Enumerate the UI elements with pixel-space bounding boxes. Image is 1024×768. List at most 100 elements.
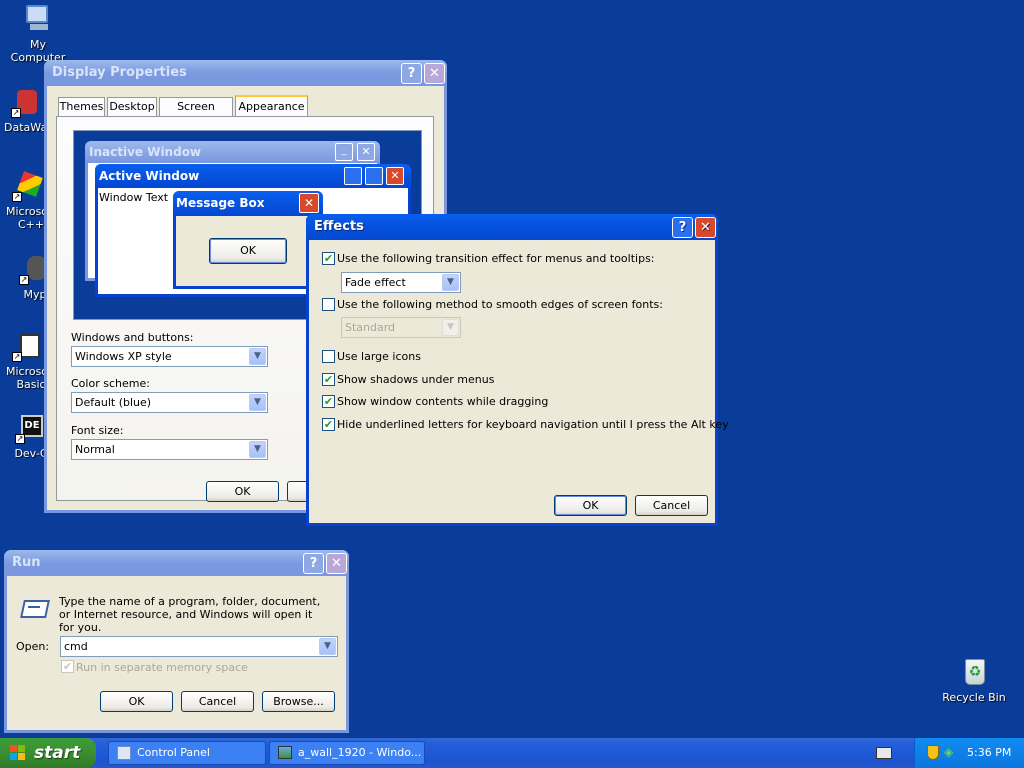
desktop-icon-my-computer[interactable]: My Computer	[1, 3, 75, 64]
menu-shadows-label: Show shadows under menus	[337, 373, 495, 386]
large-icons-label: Use large icons	[337, 350, 421, 363]
color-scheme-value: Default (blue)	[75, 396, 152, 409]
hide-underline-label: Hide underlined letters for keyboard nav…	[337, 418, 729, 431]
tab-desktop[interactable]: Desktop	[107, 97, 157, 117]
run-titlebar[interactable]: Run ? ✕	[4, 550, 349, 576]
preview-minimize-icon: _	[335, 143, 353, 161]
effects-ok-button[interactable]: OK	[554, 495, 627, 516]
security-shield-icon[interactable]	[927, 745, 939, 760]
color-scheme-label: Color scheme:	[71, 377, 150, 390]
dev-cpp-icon: DE ↗	[15, 412, 47, 444]
taskbar: start Control Panel a_wall_1920 - Windo.…	[0, 738, 1024, 768]
smooth-edges-value: Standard	[345, 321, 396, 334]
desktop-icon-label: Recycle Bin	[942, 691, 1006, 704]
desktop-icon-recycle-bin[interactable]: ♻ Recycle Bin	[937, 656, 1011, 704]
drag-contents-checkbox[interactable]: ✔	[322, 395, 335, 408]
visual-basic-icon: ↗	[12, 330, 44, 362]
windows-buttons-select[interactable]: Windows XP style ▼	[71, 346, 268, 367]
recycle-bin-icon: ♻	[958, 656, 990, 688]
clock[interactable]: 5:36 PM	[967, 738, 1011, 768]
run-browse-button[interactable]: Browse...	[262, 691, 335, 712]
preview-minimize-icon	[344, 167, 362, 185]
effects-cancel-button[interactable]: Cancel	[635, 495, 708, 516]
chevron-down-icon: ▼	[442, 319, 459, 336]
font-size-label: Font size:	[71, 424, 124, 437]
effects-dialog: Effects ? ✕ ✔ Use the following transiti…	[306, 214, 729, 526]
windows-buttons-value: Windows XP style	[75, 350, 172, 363]
effects-titlebar[interactable]: Effects ? ✕	[306, 214, 718, 240]
smooth-edges-label: Use the following method to smooth edges…	[337, 298, 663, 311]
display-ok-button[interactable]: OK	[206, 481, 279, 502]
chevron-down-icon[interactable]: ▼	[249, 348, 266, 365]
visual-cpp-icon: ↗	[12, 170, 44, 202]
network-icon[interactable]: ◈	[944, 745, 957, 759]
run-cancel-button[interactable]: Cancel	[181, 691, 254, 712]
chevron-down-icon[interactable]: ▼	[249, 441, 266, 458]
shortcut-arrow-icon: ↗	[19, 275, 29, 285]
control-panel-icon	[117, 746, 131, 760]
font-size-select[interactable]: Normal ▼	[71, 439, 268, 460]
display-properties-titlebar[interactable]: Display Properties ? ✕	[44, 60, 447, 86]
windows-buttons-label: Windows and buttons:	[71, 331, 194, 344]
help-button[interactable]: ?	[401, 63, 422, 84]
window-title: Display Properties	[52, 65, 187, 80]
large-icons-checkbox[interactable]	[322, 350, 335, 363]
start-button[interactable]: start	[0, 738, 96, 768]
keyboard-icon[interactable]	[876, 747, 892, 759]
run-dialog: Run ? ✕ Type the name of a program, fold…	[4, 550, 349, 733]
close-button[interactable]: ✕	[424, 63, 445, 84]
preview-window-text: Window Text	[99, 191, 169, 204]
taskbar-button-control-panel[interactable]: Control Panel	[108, 741, 266, 765]
preview-ok-button: OK	[209, 238, 287, 264]
transition-effect-select[interactable]: Fade effect ▼	[341, 272, 461, 293]
start-label: start	[34, 743, 81, 763]
close-button[interactable]: ✕	[326, 553, 347, 574]
image-viewer-icon	[278, 746, 292, 759]
preview-close-icon: ✕	[357, 143, 375, 161]
windows-logo-icon	[10, 745, 26, 761]
help-button[interactable]: ?	[303, 553, 324, 574]
shortcut-arrow-icon: ↗	[15, 434, 25, 444]
window-title: Run	[12, 555, 41, 570]
run-ok-button[interactable]: OK	[100, 691, 173, 712]
drag-contents-label: Show window contents while dragging	[337, 395, 549, 408]
open-combo-input[interactable]: cmd ▼	[60, 636, 338, 657]
preview-close-icon: ✕	[299, 193, 319, 213]
transition-effect-label: Use the following transition effect for …	[337, 252, 655, 265]
tab-appearance[interactable]: Appearance	[235, 95, 308, 118]
smooth-edges-select: Standard ▼	[341, 317, 461, 338]
preview-maximize-icon	[365, 167, 383, 185]
shortcut-arrow-icon: ↗	[12, 352, 22, 362]
taskbar-button-label: Control Panel	[137, 746, 210, 759]
database-icon: ↗	[11, 86, 43, 118]
window-title: Effects	[314, 219, 364, 234]
tab-themes[interactable]: Themes	[58, 97, 105, 117]
taskbar-button-image-viewer[interactable]: a_wall_1920 - Windo...	[269, 741, 425, 765]
run-program-icon	[19, 596, 50, 620]
color-scheme-select[interactable]: Default (blue) ▼	[71, 392, 268, 413]
shortcut-arrow-icon: ↗	[12, 192, 22, 202]
font-size-value: Normal	[75, 443, 115, 456]
preview-close-icon: ✕	[386, 167, 404, 185]
computer-icon	[22, 3, 54, 35]
help-button[interactable]: ?	[672, 217, 693, 238]
separate-memory-checkbox: ✔	[61, 660, 74, 673]
transition-effect-value: Fade effect	[345, 276, 406, 289]
open-value: cmd	[64, 640, 88, 653]
taskbar-button-label: a_wall_1920 - Windo...	[298, 746, 422, 759]
preview-message-box: Message Box ✕ OK	[173, 191, 323, 289]
transition-effect-checkbox[interactable]: ✔	[322, 252, 335, 265]
chevron-down-icon[interactable]: ▼	[249, 394, 266, 411]
system-tray: ◈ 5:36 PM	[914, 738, 1024, 768]
chevron-down-icon[interactable]: ▼	[319, 638, 336, 655]
tab-screen-saver[interactable]: Screen Saver	[159, 97, 233, 131]
open-label: Open:	[16, 640, 50, 653]
shortcut-arrow-icon: ↗	[11, 108, 21, 118]
separate-memory-label: Run in separate memory space	[76, 661, 248, 674]
chevron-down-icon[interactable]: ▼	[442, 274, 459, 291]
preview-active-title: Active Window	[95, 164, 411, 188]
hide-underline-checkbox[interactable]: ✔	[322, 418, 335, 431]
smooth-edges-checkbox[interactable]	[322, 298, 335, 311]
menu-shadows-checkbox[interactable]: ✔	[322, 373, 335, 386]
close-button[interactable]: ✕	[695, 217, 716, 238]
